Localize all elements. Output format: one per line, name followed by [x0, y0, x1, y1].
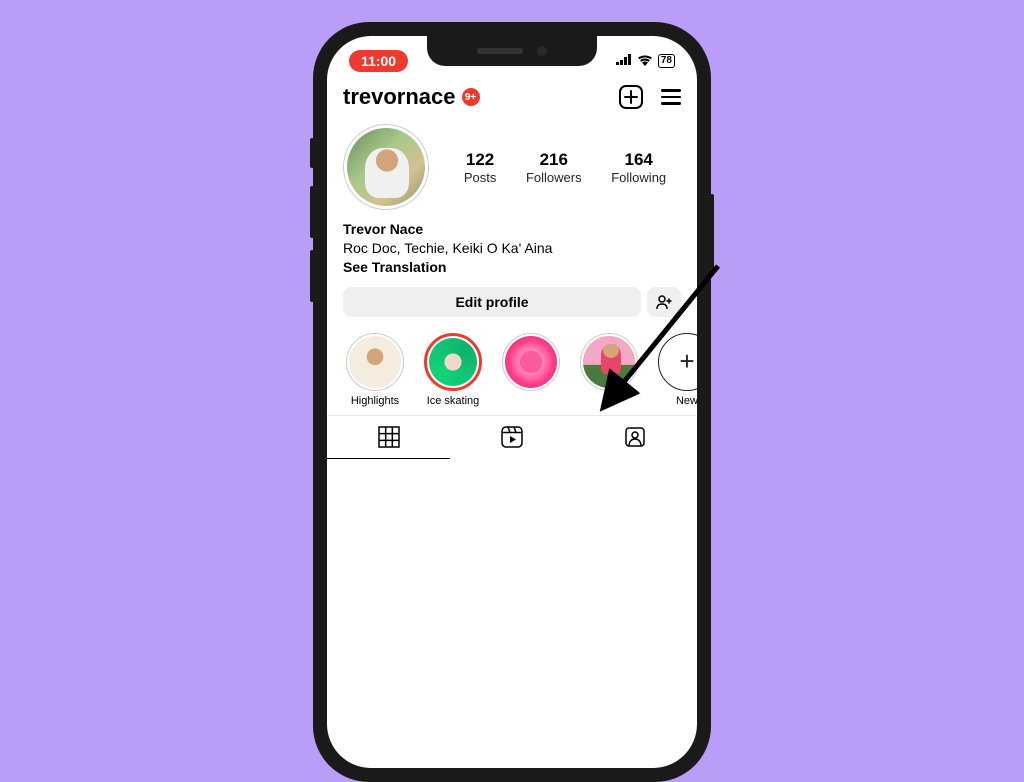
stat-following[interactable]: 164 Following	[611, 150, 666, 185]
discover-people-button[interactable]	[647, 287, 681, 317]
tab-reels[interactable]	[450, 416, 573, 459]
username-dropdown[interactable]: trevornace 9+	[343, 84, 480, 110]
profile-header: trevornace 9+	[327, 76, 697, 116]
grid-icon	[378, 426, 400, 448]
tab-grid[interactable]	[327, 416, 450, 459]
edit-profile-button[interactable]: Edit profile	[343, 287, 641, 317]
stat-followers[interactable]: 216 Followers	[526, 150, 582, 185]
highlights-row: Highlights Ice skating + New	[327, 329, 697, 415]
notification-badge: 9+	[462, 88, 480, 106]
status-time-recording[interactable]: 11:00	[349, 50, 408, 72]
notch	[427, 36, 597, 66]
cellular-signal-icon	[616, 54, 632, 68]
wifi-icon	[637, 54, 653, 69]
add-person-icon	[656, 294, 672, 310]
volume-up-button	[310, 186, 314, 238]
highlight-item-4[interactable]	[577, 333, 641, 407]
create-post-button[interactable]	[619, 85, 643, 109]
profile-tabs	[327, 415, 697, 459]
phone-frame: 11:00 78 trevornace 9+	[313, 22, 711, 782]
highlight-highlights[interactable]: Highlights	[343, 333, 407, 407]
bio-text: Roc Doc, Techie, Keiki O Ka' Aina	[343, 239, 681, 258]
see-translation-link[interactable]: See Translation	[343, 258, 681, 277]
highlight-ice-skating[interactable]: Ice skating	[421, 333, 485, 407]
reels-icon	[501, 426, 523, 448]
highlight-item-3[interactable]	[499, 333, 563, 407]
tagged-icon	[624, 426, 646, 448]
username: trevornace	[343, 84, 456, 110]
display-name: Trevor Nace	[343, 220, 681, 239]
volume-down-button	[310, 250, 314, 302]
profile-avatar[interactable]	[343, 124, 429, 210]
bio-section: Trevor Nace Roc Doc, Techie, Keiki O Ka'…	[327, 214, 697, 287]
screen: 11:00 78 trevornace 9+	[327, 36, 697, 768]
tab-tagged[interactable]	[574, 416, 697, 459]
highlight-new[interactable]: + New	[655, 333, 697, 407]
power-button	[710, 194, 714, 270]
mute-switch	[310, 138, 314, 168]
stat-posts[interactable]: 122 Posts	[464, 150, 497, 185]
battery-indicator: 78	[658, 54, 675, 68]
menu-button[interactable]	[661, 89, 681, 105]
